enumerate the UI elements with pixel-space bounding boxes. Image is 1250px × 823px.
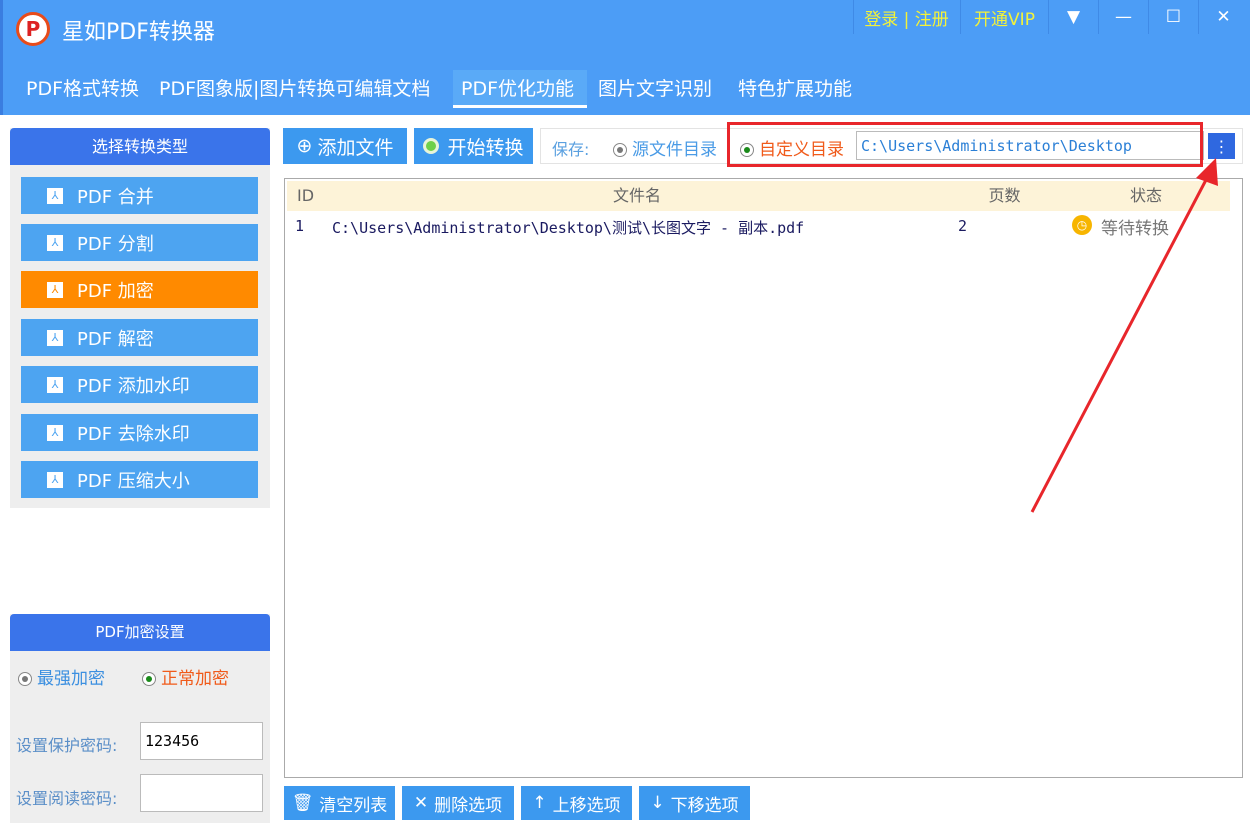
annotation-arrow-icon	[1030, 158, 1218, 513]
